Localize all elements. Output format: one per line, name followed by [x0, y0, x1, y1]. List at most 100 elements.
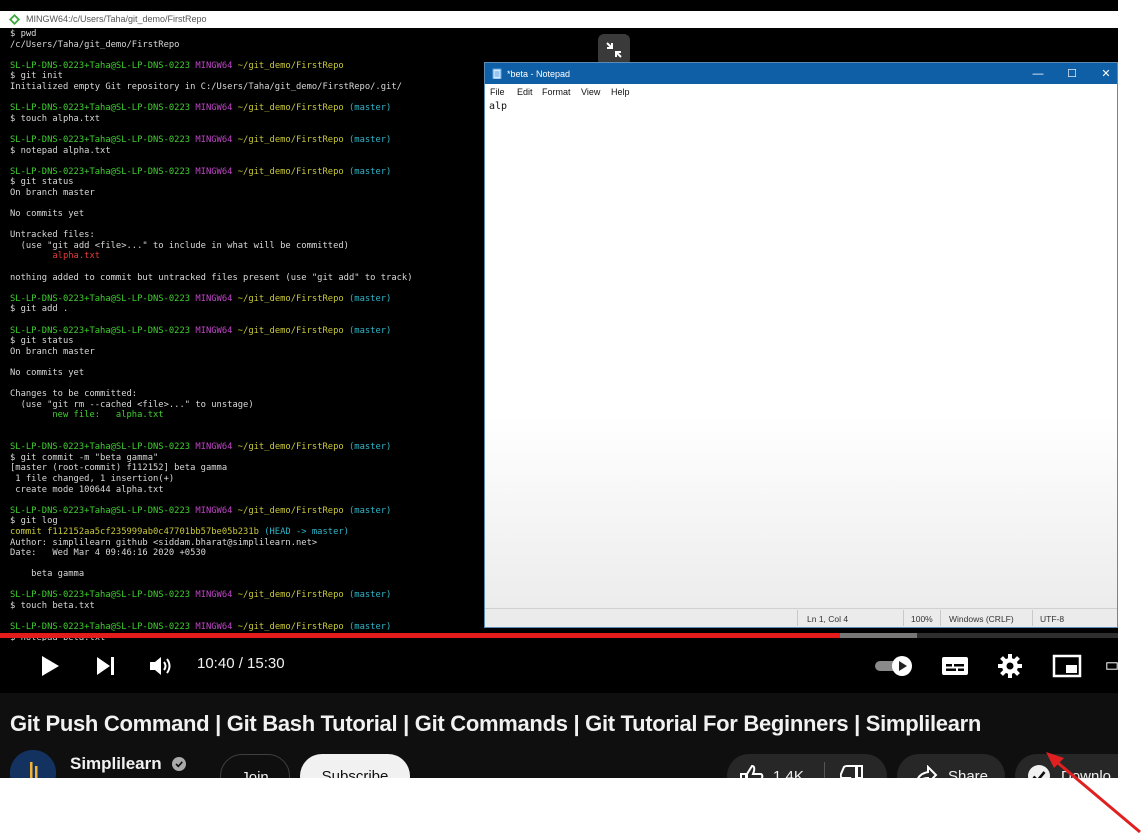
terminal-segment: MINGW64: [195, 622, 238, 633]
notepad-titlebar[interactable]: *beta - Notepad — ☐ ✕: [485, 63, 1117, 84]
next-icon[interactable]: [92, 652, 120, 680]
terminal-segment: ~/git_demo/FirstRepo: [237, 622, 349, 633]
terminal-segment: Author: simplilearn github <siddam.bhara…: [10, 537, 318, 548]
terminal-segment: MINGW64: [195, 325, 238, 336]
notepad-icon: [492, 68, 502, 79]
terminal-line: SL-LP-DNS-0223+Taha@SL-LP-DNS-0223 MINGW…: [10, 61, 413, 72]
notepad-title: *beta - Notepad: [507, 69, 571, 79]
theater-mode-icon[interactable]: [1106, 653, 1118, 679]
terminal-segment: (master): [348, 622, 392, 633]
minimize-button[interactable]: —: [1023, 65, 1053, 82]
notepad-window[interactable]: *beta - Notepad — ☐ ✕ File Edit Format V…: [484, 62, 1118, 628]
terminal-titlebar: MINGW64:/c/Users/Taha/git_demo/FirstRepo: [0, 11, 1118, 28]
terminal-segment: $ git log: [10, 516, 58, 527]
terminal-line: [master (root-commit) f112152] beta gamm…: [10, 463, 413, 474]
terminal-line: Changes to be committed:: [10, 389, 413, 400]
settings-gear-icon[interactable]: [996, 652, 1024, 680]
terminal-line: beta gamma: [10, 569, 413, 580]
notepad-editor[interactable]: alp: [485, 100, 1117, 610]
terminal-line: commit f112152aa5cf235999ab0c47701bb57be…: [10, 527, 413, 538]
terminal-line: $ touch alpha.txt: [10, 114, 413, 125]
menu-edit[interactable]: Edit: [517, 87, 533, 97]
menu-view[interactable]: View: [581, 87, 600, 97]
terminal-segment: commit f112152aa5cf235999ab0c47701bb57be…: [10, 526, 265, 537]
download-button[interactable]: Downlo: [1015, 754, 1118, 778]
terminal-line: Author: simplilearn github <siddam.bhara…: [10, 538, 413, 549]
terminal-segment: No commits yet: [10, 209, 85, 220]
close-button[interactable]: ✕: [1091, 65, 1118, 82]
terminal-segment: /c/Users/Taha/git_demo/FirstRepo: [10, 39, 180, 50]
terminal-segment: ~/git_demo/FirstRepo: [237, 166, 349, 177]
menu-help[interactable]: Help: [611, 87, 630, 97]
menu-file[interactable]: File: [490, 87, 505, 97]
subtitles-icon[interactable]: [940, 653, 970, 679]
terminal-segment: SL-LP-DNS-0223+Taha@SL-LP-DNS-0223: [10, 60, 196, 71]
terminal-segment: SL-LP-DNS-0223+Taha@SL-LP-DNS-0223: [10, 103, 196, 114]
menu-format[interactable]: Format: [542, 87, 571, 97]
terminal-segment: Date: Wed Mar 4 09:46:16 2020 +0530: [10, 548, 206, 559]
volume-icon[interactable]: [146, 652, 176, 680]
terminal-segment: $ notepad alpha.txt: [10, 145, 111, 156]
terminal-segment: nothing added to commit but untracked fi…: [10, 272, 413, 283]
terminal-line: SL-LP-DNS-0223+Taha@SL-LP-DNS-0223 MINGW…: [10, 326, 413, 337]
subscribe-button[interactable]: Subscribe: [300, 754, 410, 778]
verified-check-icon: [172, 757, 186, 771]
terminal-segment: MINGW64: [195, 293, 238, 304]
terminal-segment: create mode 100644 alpha.txt: [10, 484, 164, 495]
share-button[interactable]: Share: [897, 754, 1005, 778]
terminal-segment: $ touch beta.txt: [10, 601, 95, 612]
terminal-segment: (master): [348, 590, 392, 601]
thumbs-down-icon[interactable]: [840, 764, 864, 778]
terminal-segment: On branch master: [10, 346, 95, 357]
download-check-icon: [1028, 765, 1050, 778]
terminal-line: nothing added to commit but untracked fi…: [10, 273, 413, 284]
terminal-segment: ~/git_demo/FirstRepo: [237, 134, 349, 145]
terminal-line: SL-LP-DNS-0223+Taha@SL-LP-DNS-0223 MINGW…: [10, 294, 413, 305]
terminal-line: No commits yet: [10, 209, 413, 220]
terminal-segment: SL-LP-DNS-0223+Taha@SL-LP-DNS-0223: [10, 134, 196, 145]
youtube-page: MINGW64:/c/Users/Taha/git_demo/FirstRepo…: [0, 0, 1118, 778]
terminal-segment: new file: alpha.txt: [10, 410, 164, 421]
cursor-position: Ln 1, Col 4: [807, 614, 849, 624]
terminal-segment: SL-LP-DNS-0223+Taha@SL-LP-DNS-0223: [10, 622, 196, 633]
autoplay-toggle-icon[interactable]: [874, 655, 914, 677]
thumbs-up-icon[interactable]: [739, 764, 765, 778]
play-icon[interactable]: [36, 652, 64, 680]
terminal-segment: (master): [348, 293, 392, 304]
terminal-line: $ git init: [10, 71, 413, 82]
terminal-line: SL-LP-DNS-0223+Taha@SL-LP-DNS-0223 MINGW…: [10, 103, 413, 114]
channel-avatar[interactable]: [10, 750, 56, 778]
join-label: Join: [241, 768, 269, 779]
terminal-segment: $ git commit -m "beta gamma": [10, 452, 159, 463]
terminal-segment: $ git add .: [10, 304, 69, 315]
join-button[interactable]: Join: [220, 754, 290, 778]
terminal-segment: (HEAD -> master): [264, 526, 349, 537]
miniplayer-icon[interactable]: [1052, 653, 1082, 679]
video-info: Git Push Command | Git Bash Tutorial | G…: [0, 693, 1118, 778]
terminal-line: $ git status: [10, 177, 413, 188]
terminal-line: On branch master: [10, 347, 413, 358]
maximize-button[interactable]: ☐: [1057, 65, 1087, 82]
terminal-segment: ~/git_demo/FirstRepo: [237, 60, 344, 71]
terminal-line: $ pwd: [10, 29, 413, 40]
terminal-segment: SL-LP-DNS-0223+Taha@SL-LP-DNS-0223: [10, 325, 196, 336]
terminal-line: new file: alpha.txt: [10, 410, 413, 421]
terminal-line: 1 file changed, 1 insertion(+): [10, 474, 413, 485]
terminal-output: $ pwd/c/Users/Taha/git_demo/FirstRepo SL-…: [10, 29, 413, 641]
terminal-segment: $ git init: [10, 71, 63, 82]
terminal-segment: ~/git_demo/FirstRepo: [237, 293, 349, 304]
terminal-segment: SL-LP-DNS-0223+Taha@SL-LP-DNS-0223: [10, 293, 196, 304]
video-player[interactable]: MINGW64:/c/Users/Taha/git_demo/FirstRepo…: [0, 0, 1118, 693]
terminal-segment: (master): [348, 134, 392, 145]
progress-bar[interactable]: [0, 633, 1118, 638]
terminal-line: No commits yet: [10, 368, 413, 379]
terminal-line: $ git status: [10, 336, 413, 347]
terminal-line: $ git add .: [10, 304, 413, 315]
terminal-segment: (use "git rm --cached <file>..." to unst…: [10, 399, 254, 410]
channel-name[interactable]: Simplilearn: [70, 754, 162, 774]
